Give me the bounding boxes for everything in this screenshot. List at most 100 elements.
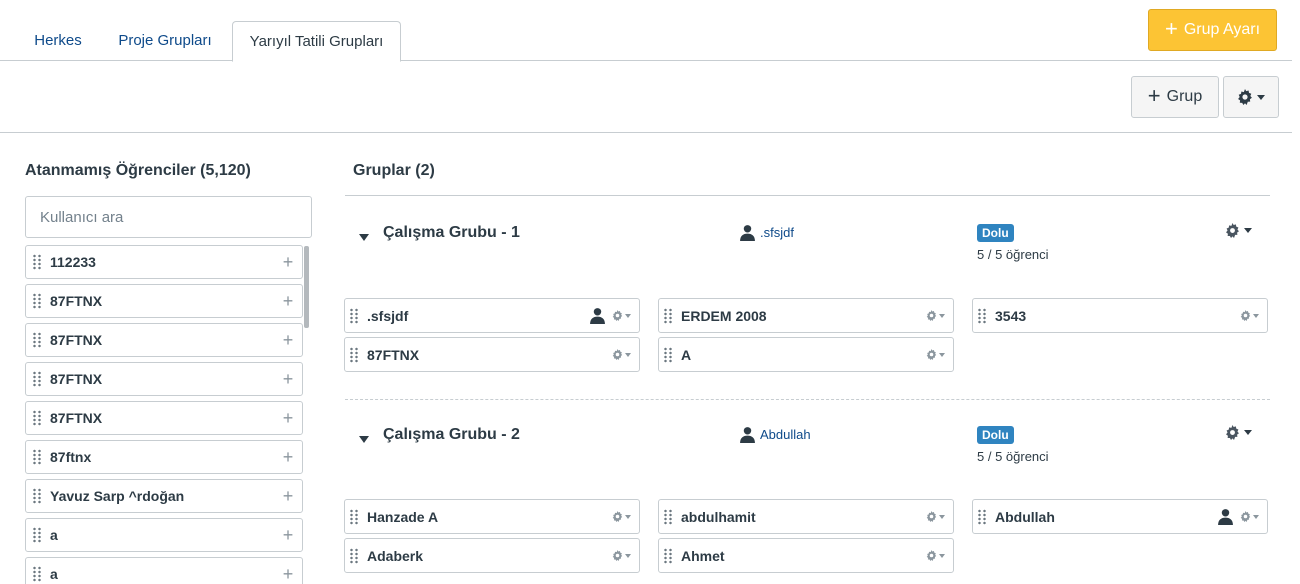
drag-handle-icon[interactable] [977, 307, 987, 324]
tab-project-groups[interactable]: Proje Grupları [104, 21, 226, 62]
group-member[interactable]: Ahmet [658, 538, 954, 573]
add-icon[interactable]: + [280, 330, 296, 351]
group-leader[interactable]: Abdullah [739, 426, 811, 443]
add-group-button[interactable]: + Grup [1131, 76, 1219, 118]
student-name: a [50, 566, 58, 582]
group-member[interactable]: Adaberk [344, 538, 640, 573]
add-icon[interactable]: + [280, 408, 296, 429]
chevron-down-icon [625, 514, 631, 519]
group-settings-menu[interactable] [1225, 223, 1252, 238]
add-icon[interactable]: + [280, 564, 296, 584]
settings-menu-button[interactable] [1223, 76, 1279, 118]
collapse-toggle-icon[interactable] [359, 234, 369, 241]
member-settings-menu[interactable] [926, 310, 945, 321]
student-name: 87FTNX [50, 410, 103, 426]
collapse-toggle-icon[interactable] [359, 436, 369, 443]
chevron-down-icon [1253, 514, 1259, 519]
group-member[interactable]: A [658, 337, 954, 372]
drag-handle-icon[interactable] [663, 508, 673, 525]
list-scrollbar[interactable] [304, 246, 309, 328]
group-name[interactable]: Çalışma Grubu - 1 [383, 224, 520, 242]
drag-handle-icon[interactable] [663, 307, 673, 324]
group-leader[interactable]: .sfsjdf [739, 224, 794, 241]
group-settings-button[interactable]: + Grup Ayarı [1148, 9, 1277, 51]
student-item[interactable]: 112233 + [25, 245, 303, 279]
drag-handle-icon[interactable] [32, 527, 42, 543]
group-member[interactable]: abdulhamit [658, 499, 954, 534]
unassigned-students-title: Atanmamış Öğrenciler (5,120) [25, 162, 251, 179]
student-item[interactable]: a + [25, 557, 303, 584]
group-member[interactable]: ERDEM 2008 [658, 298, 954, 333]
member-settings-menu[interactable] [612, 310, 631, 321]
student-item[interactable]: 87FTNX + [25, 323, 303, 357]
gear-icon [1226, 425, 1239, 440]
student-item[interactable]: 87FTNX + [25, 401, 303, 435]
add-icon[interactable]: + [280, 252, 296, 273]
chevron-down-icon [1244, 430, 1252, 435]
add-icon[interactable]: + [280, 525, 296, 546]
drag-handle-icon[interactable] [32, 332, 42, 348]
drag-handle-icon[interactable] [32, 488, 42, 504]
student-item[interactable]: a + [25, 518, 303, 552]
drag-handle-icon[interactable] [349, 547, 359, 564]
member-settings-menu[interactable] [926, 511, 945, 522]
add-group-label: Grup [1166, 88, 1203, 105]
group-settings-menu[interactable] [1225, 425, 1252, 440]
member-settings-menu[interactable] [1240, 511, 1259, 522]
leader-user-icon [590, 308, 605, 324]
member-settings-menu[interactable] [612, 349, 631, 360]
drag-handle-icon[interactable] [32, 254, 42, 270]
add-icon[interactable]: + [280, 291, 296, 312]
group-settings-label: Grup Ayarı [1183, 21, 1261, 38]
group-member[interactable]: Abdullah [972, 499, 1268, 534]
drag-handle-icon[interactable] [32, 449, 42, 465]
tab-semester-break-groups[interactable]: Yarıyıl Tatili Grupları [232, 21, 401, 62]
plus-icon: + [1164, 16, 1178, 41]
tab-everyone[interactable]: Herkes [22, 21, 94, 62]
add-icon[interactable]: + [280, 369, 296, 390]
gear-icon [612, 550, 623, 561]
group-member[interactable]: 3543 [972, 298, 1268, 333]
student-name: Yavuz Sarp ^rdoğan [50, 488, 185, 504]
drag-handle-icon[interactable] [32, 293, 42, 309]
group-member[interactable]: 87FTNX [344, 337, 640, 372]
drag-handle-icon[interactable] [32, 410, 42, 426]
gear-icon [612, 349, 623, 360]
gear-icon [612, 511, 623, 522]
add-icon[interactable]: + [280, 486, 296, 507]
member-name: A [681, 346, 692, 363]
group-name[interactable]: Çalışma Grubu - 2 [383, 426, 520, 444]
toolbar: + Grup [0, 62, 1292, 133]
group-member[interactable]: Hanzade A [344, 499, 640, 534]
member-name: 3543 [995, 307, 1027, 324]
student-item[interactable]: 87FTNX + [25, 284, 303, 318]
member-settings-menu[interactable] [612, 550, 631, 561]
group-member[interactable]: .sfsjdf [344, 298, 640, 333]
drag-handle-icon[interactable] [663, 346, 673, 363]
member-name: ERDEM 2008 [681, 307, 767, 324]
student-item[interactable]: Yavuz Sarp ^rdoğan + [25, 479, 303, 513]
student-name: 87ftnx [50, 449, 92, 465]
unassigned-student-list: 112233 + 87FTNX + 87FTNX + 87FTNX + 87FTNX + … [25, 245, 303, 584]
user-icon [740, 427, 755, 443]
drag-handle-icon[interactable] [32, 566, 42, 582]
chevron-down-icon [939, 313, 945, 318]
groups-title: Gruplar (2) [353, 162, 435, 179]
drag-handle-icon[interactable] [349, 346, 359, 363]
user-search-input[interactable] [25, 196, 312, 238]
student-item[interactable]: 87ftnx + [25, 440, 303, 474]
drag-handle-icon[interactable] [663, 547, 673, 564]
member-settings-menu[interactable] [1240, 310, 1259, 321]
add-icon[interactable]: + [280, 447, 296, 468]
drag-handle-icon[interactable] [349, 508, 359, 525]
student-name: 87FTNX [50, 332, 103, 348]
student-item[interactable]: 87FTNX + [25, 362, 303, 396]
drag-handle-icon[interactable] [349, 307, 359, 324]
student-name: 112233 [50, 254, 96, 270]
chevron-down-icon [939, 553, 945, 558]
member-settings-menu[interactable] [926, 550, 945, 561]
member-settings-menu[interactable] [926, 349, 945, 360]
drag-handle-icon[interactable] [977, 508, 987, 525]
member-settings-menu[interactable] [612, 511, 631, 522]
drag-handle-icon[interactable] [32, 371, 42, 387]
